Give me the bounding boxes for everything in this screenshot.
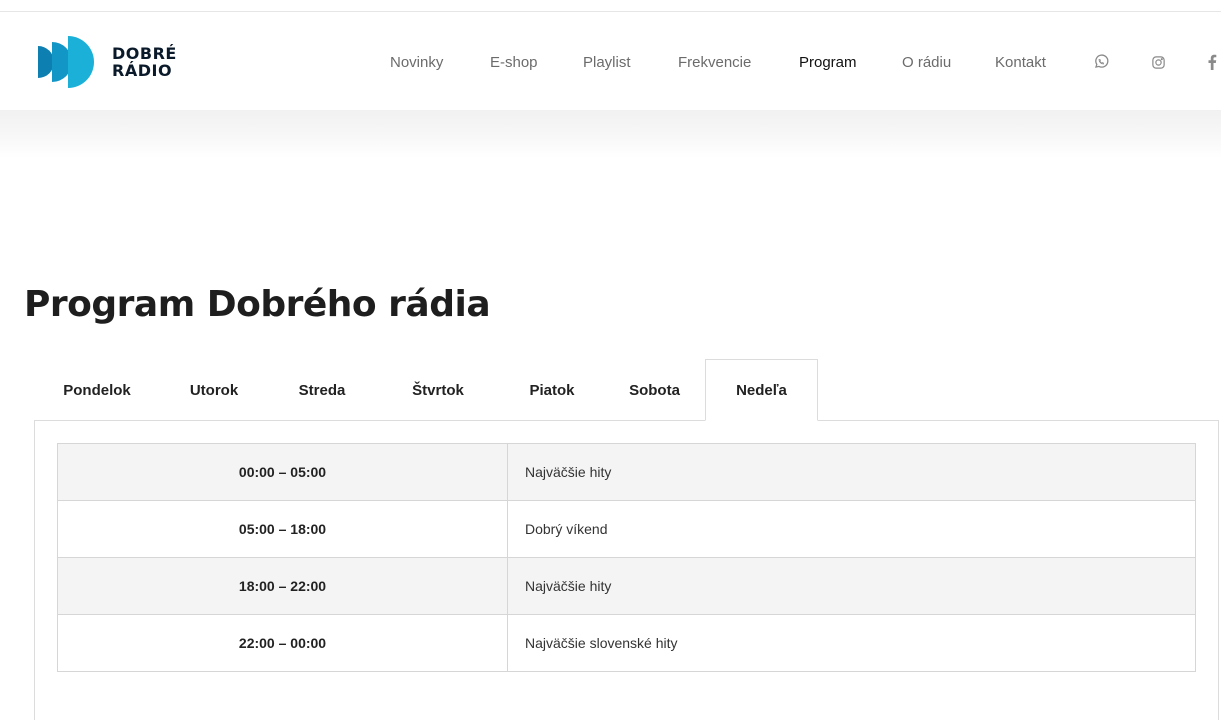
time-cell: 05:00 – 18:00 — [57, 500, 508, 558]
schedule-table: 00:00 – 05:00 Najväčšie hity 05:00 – 18:… — [57, 443, 1196, 672]
time-cell: 00:00 – 05:00 — [57, 443, 508, 501]
show-cell: Najväčšie slovenské hity — [507, 614, 1196, 672]
instagram-icon[interactable] — [1148, 52, 1168, 72]
main-nav: Novinky E-shop Playlist Frekvencie Progr… — [0, 12, 1221, 110]
nav-frekvencie[interactable]: Frekvencie — [678, 54, 751, 71]
tab-piatok[interactable]: Piatok — [500, 359, 604, 421]
table-row: 22:00 – 00:00 Najväčšie slovenské hity — [57, 614, 1196, 672]
table-row: 05:00 – 18:00 Dobrý víkend — [57, 500, 1196, 558]
show-cell: Najväčšie hity — [507, 443, 1196, 501]
tab-utorok[interactable]: Utorok — [160, 359, 268, 421]
nav-kontakt[interactable]: Kontakt — [995, 54, 1046, 71]
tab-sobota[interactable]: Sobota — [604, 359, 705, 421]
nav-novinky[interactable]: Novinky — [390, 54, 443, 71]
day-tabs: Pondelok Utorok Streda Štvrtok Piatok So… — [34, 359, 1221, 421]
whatsapp-icon[interactable] — [1091, 52, 1111, 72]
show-cell: Dobrý víkend — [507, 500, 1196, 558]
table-row: 18:00 – 22:00 Najväčšie hity — [57, 557, 1196, 615]
nav-o-radiu[interactable]: O rádiu — [902, 54, 951, 71]
tab-stvrtok[interactable]: Štvrtok — [376, 359, 500, 421]
facebook-icon[interactable] — [1202, 52, 1221, 72]
tab-pondelok[interactable]: Pondelok — [34, 359, 160, 421]
time-cell: 18:00 – 22:00 — [57, 557, 508, 615]
nav-e-shop[interactable]: E-shop — [490, 54, 538, 71]
tab-nedela[interactable]: Nedeľa — [705, 359, 818, 421]
nav-program[interactable]: Program — [799, 54, 857, 71]
header-shadow — [0, 110, 1221, 158]
time-cell: 22:00 – 00:00 — [57, 614, 508, 672]
site-header: DOBRÉ RÁDIO Novinky E-shop Playlist Frek… — [0, 12, 1221, 110]
schedule-panel: 00:00 – 05:00 Najväčšie hity 05:00 – 18:… — [34, 420, 1219, 720]
table-row: 00:00 – 05:00 Najväčšie hity — [57, 443, 1196, 501]
tab-streda[interactable]: Streda — [268, 359, 376, 421]
nav-playlist[interactable]: Playlist — [583, 54, 631, 71]
page-title: Program Dobrého rádia — [24, 284, 491, 325]
show-cell: Najväčšie hity — [507, 557, 1196, 615]
